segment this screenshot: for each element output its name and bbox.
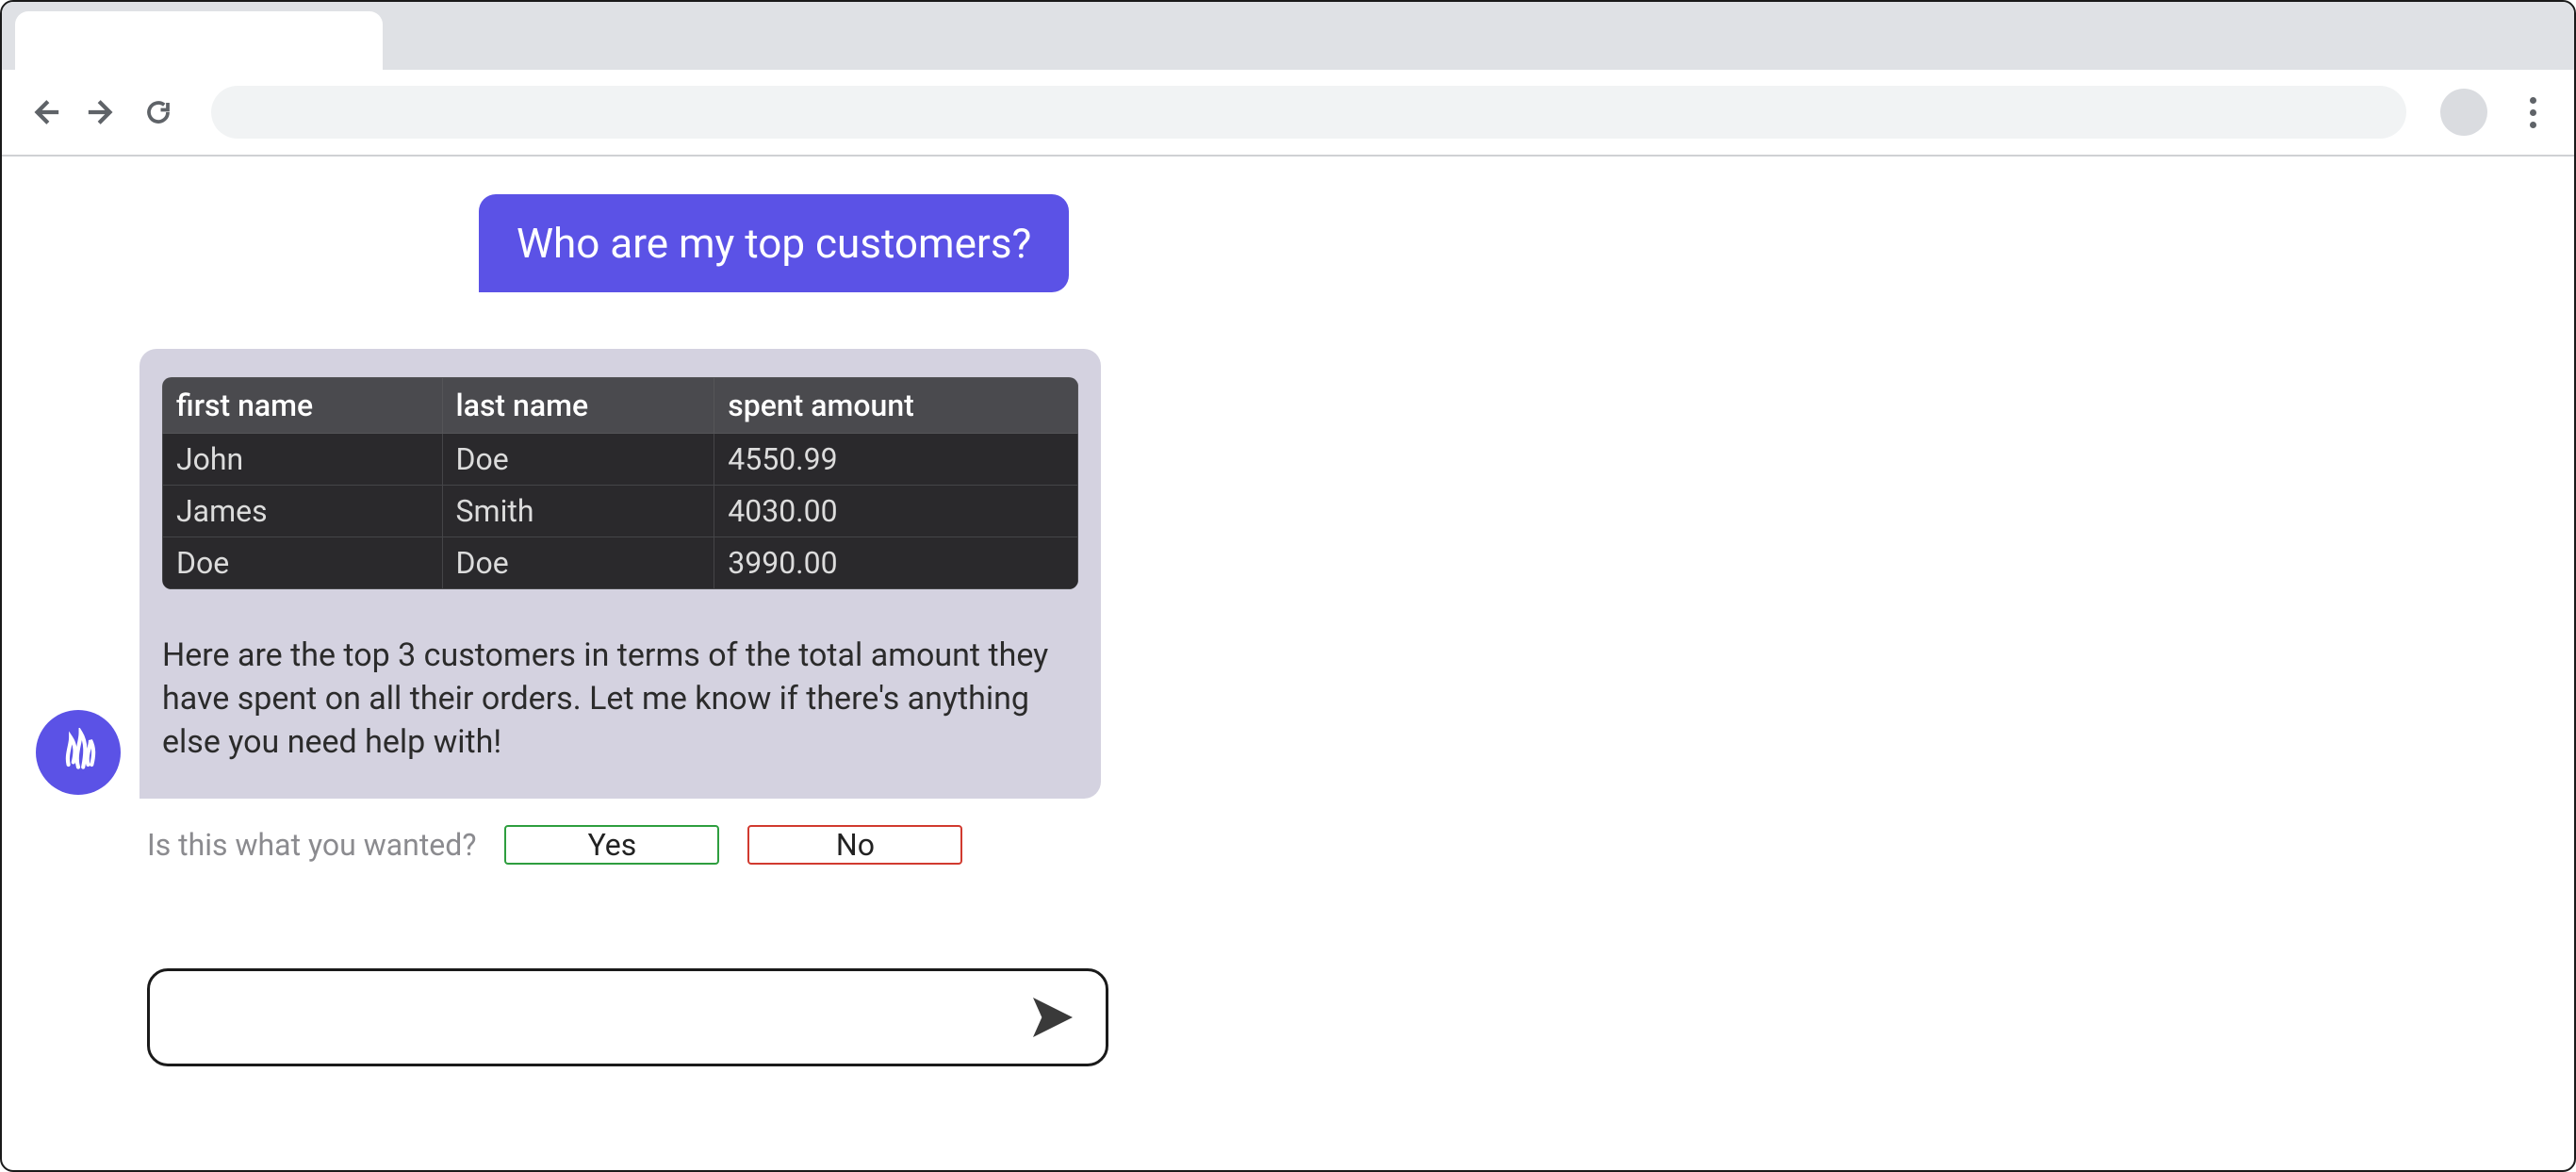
user-message-text: Who are my top customers? [517, 219, 1031, 268]
table-row: John Doe 4550.99 [163, 434, 1078, 486]
assistant-row: first name last name spent amount John D… [36, 349, 1148, 799]
assistant-avatar [36, 710, 121, 795]
profile-avatar[interactable] [2440, 89, 2487, 136]
table-row: James Smith 4030.00 [163, 486, 1078, 537]
flame-icon [54, 728, 103, 777]
cell-first-name: John [163, 434, 443, 486]
message-input[interactable] [172, 999, 1026, 1035]
feedback-yes-label: Yes [588, 827, 637, 863]
send-button[interactable] [1026, 991, 1079, 1044]
chat-column: Who are my top customers? first name las… [36, 194, 1148, 1066]
cell-last-name: Doe [442, 434, 714, 486]
address-bar[interactable] [211, 86, 2406, 139]
col-spent-amount: spent amount [714, 378, 1078, 434]
browser-menu-button[interactable] [2514, 91, 2551, 133]
feedback-no-button[interactable]: No [747, 825, 962, 865]
page-content: Who are my top customers? first name las… [2, 157, 2574, 1170]
col-first-name: first name [163, 378, 443, 434]
browser-toolbar [2, 70, 2574, 155]
feedback-prompt: Is this what you wanted? [147, 827, 476, 863]
table-header-row: first name last name spent amount [163, 378, 1078, 434]
dot-icon [2530, 122, 2536, 128]
feedback-no-label: No [836, 827, 875, 863]
cell-last-name: Doe [442, 537, 714, 589]
dot-icon [2530, 109, 2536, 116]
arrow-right-icon [86, 96, 118, 128]
feedback-yes-button[interactable]: Yes [504, 825, 719, 865]
feedback-row: Is this what you wanted? Yes No [147, 825, 1148, 865]
browser-tab[interactable] [15, 11, 383, 70]
assistant-message-text: Here are the top 3 customers in terms of… [162, 635, 1078, 765]
cell-first-name: Doe [163, 537, 443, 589]
tab-strip [2, 2, 2574, 70]
cell-spent-amount: 3990.00 [714, 537, 1078, 589]
table-row: Doe Doe 3990.00 [163, 537, 1078, 589]
browser-window: Who are my top customers? first name las… [0, 0, 2576, 1172]
message-composer [147, 968, 1108, 1066]
forward-button[interactable] [81, 91, 123, 133]
arrow-left-icon [29, 96, 61, 128]
refresh-button[interactable] [138, 91, 179, 133]
cell-last-name: Smith [442, 486, 714, 537]
results-table: first name last name spent amount John D… [162, 377, 1078, 589]
cell-spent-amount: 4030.00 [714, 486, 1078, 537]
col-last-name: last name [442, 378, 714, 434]
dot-icon [2530, 97, 2536, 104]
cell-first-name: James [163, 486, 443, 537]
back-button[interactable] [25, 91, 66, 133]
send-icon [1026, 991, 1079, 1044]
refresh-icon [144, 98, 172, 126]
user-message-bubble: Who are my top customers? [479, 194, 1069, 292]
cell-spent-amount: 4550.99 [714, 434, 1078, 486]
assistant-message-bubble: first name last name spent amount John D… [139, 349, 1101, 799]
